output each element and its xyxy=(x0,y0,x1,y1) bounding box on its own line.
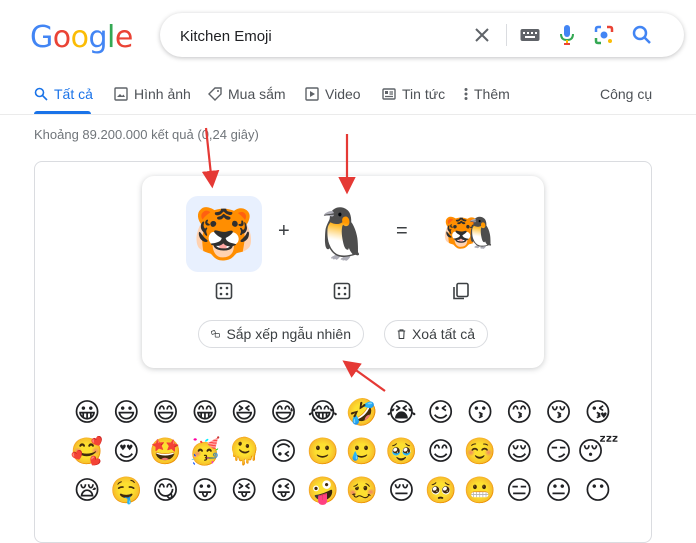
tab-news[interactable]: Tin tức xyxy=(382,84,445,104)
emoji-option[interactable]: 😅 xyxy=(266,394,302,430)
tab-images[interactable]: Hình ảnh xyxy=(114,84,191,104)
copy-icon[interactable] xyxy=(452,282,470,300)
search-tabs: Tất cả Hình ảnh Mua sắm Video Tin tức Th… xyxy=(0,76,696,115)
tab-label: Tất cả xyxy=(54,86,93,102)
emoji-option[interactable]: 🤪 xyxy=(305,472,341,508)
emoji-option[interactable]: 😙 xyxy=(501,394,537,430)
emoji-option[interactable]: 😚 xyxy=(541,394,577,430)
logo-letter: e xyxy=(114,19,133,55)
emoji-option[interactable]: 🤩 xyxy=(148,433,184,469)
keyboard-icon[interactable] xyxy=(518,23,542,47)
emoji-option[interactable]: 🥴 xyxy=(344,472,380,508)
tools-button[interactable]: Công cụ xyxy=(600,84,652,104)
logo-letter: o xyxy=(52,19,71,55)
tab-label: Mua sắm xyxy=(228,86,286,102)
emoji-option[interactable]: 😴 xyxy=(577,433,619,469)
emoji-option[interactable]: 😘 xyxy=(580,394,616,430)
tab-label: Thêm xyxy=(474,86,510,102)
search-input[interactable] xyxy=(178,13,462,59)
image-icon xyxy=(114,87,128,101)
emoji-option[interactable]: 😜 xyxy=(266,472,302,508)
emoji-option[interactable]: 🥺 xyxy=(423,472,459,508)
microphone-icon[interactable] xyxy=(555,23,579,47)
left-emoji-slot[interactable]: 🐯 xyxy=(186,196,262,272)
emoji-option[interactable]: 🤣 xyxy=(344,394,380,430)
emoji-option[interactable]: 😪 xyxy=(69,472,105,508)
play-icon xyxy=(305,87,319,101)
tab-label: Tin tức xyxy=(402,86,446,102)
search-icon xyxy=(34,87,48,101)
emoji-option[interactable]: 😛 xyxy=(187,472,223,508)
equals-sign: = xyxy=(396,220,408,242)
right-emoji-slot[interactable]: 🐧 xyxy=(304,196,380,272)
logo-letter: o xyxy=(70,19,89,55)
emoji-option[interactable]: 🫠 xyxy=(226,433,262,469)
emoji-option[interactable]: 😃 xyxy=(108,394,144,430)
emoji-option[interactable]: 😑 xyxy=(501,472,537,508)
emoji-option[interactable]: 😶 xyxy=(580,472,616,508)
google-logo[interactable]: Google xyxy=(30,19,133,55)
dice-icon[interactable] xyxy=(215,282,233,300)
search-divider xyxy=(506,24,507,46)
emoji-option[interactable]: 🙂 xyxy=(305,433,341,469)
randomize-label: Sắp xếp ngẫu nhiên xyxy=(226,326,351,342)
close-icon[interactable] xyxy=(470,23,494,47)
emoji-option[interactable]: 😀 xyxy=(69,394,105,430)
emoji-option[interactable]: 😐 xyxy=(541,472,577,508)
randomize-button[interactable]: Sắp xếp ngẫu nhiên xyxy=(198,320,364,348)
trash-icon xyxy=(397,329,406,339)
dice-icon[interactable] xyxy=(333,282,351,300)
emoji-option[interactable]: 😁 xyxy=(187,394,223,430)
plus-sign: + xyxy=(278,220,290,242)
tab-video[interactable]: Video xyxy=(305,84,361,104)
active-tab-indicator xyxy=(34,111,91,114)
clear-label: Xoá tất cả xyxy=(411,326,475,342)
shuffle-icon xyxy=(211,330,220,338)
emoji-option[interactable]: 🤤 xyxy=(108,472,144,508)
result-stats: Khoảng 89.200.000 kết quả (0,24 giây) xyxy=(34,127,259,142)
logo-letter: g xyxy=(88,19,108,55)
tab-all[interactable]: Tất cả xyxy=(34,84,93,104)
tab-shopping[interactable]: Mua sắm xyxy=(208,84,286,104)
tab-more[interactable]: Thêm xyxy=(464,84,510,104)
emoji-option[interactable]: 😊 xyxy=(423,433,459,469)
tab-label: Hình ảnh xyxy=(134,86,191,102)
emoji-option[interactable]: 😋 xyxy=(148,472,184,508)
emoji-kitchen-card: 🐯 + 🐧 = 🐯🐧 Sắp xếp ngẫu nhiên Xoá tất cả… xyxy=(34,161,652,543)
logo-letter: l xyxy=(107,19,115,55)
emoji-option[interactable]: 🥹 xyxy=(383,433,419,469)
emoji-option[interactable]: 😬 xyxy=(462,472,498,508)
emoji-option[interactable]: 😏 xyxy=(541,433,577,469)
emoji-option[interactable]: 😍 xyxy=(108,433,144,469)
emoji-option[interactable]: 😗 xyxy=(462,394,498,430)
search-box[interactable] xyxy=(160,13,684,59)
more-vert-icon xyxy=(464,88,468,100)
emoji-option[interactable]: 🥲 xyxy=(344,433,380,469)
emoji-mixer: 🐯 + 🐧 = 🐯🐧 Sắp xếp ngẫu nhiên Xoá tất cả xyxy=(142,176,544,368)
emoji-option[interactable]: 😆 xyxy=(226,394,262,430)
emoji-option[interactable]: 😭 xyxy=(383,394,419,430)
tag-icon xyxy=(208,87,222,101)
emoji-option[interactable]: 😉 xyxy=(423,394,459,430)
news-icon xyxy=(382,88,396,100)
search-icon[interactable] xyxy=(630,23,654,47)
emoji-option[interactable]: ☺️ xyxy=(462,433,498,469)
emoji-option[interactable]: 😝 xyxy=(226,472,262,508)
emoji-option[interactable]: 🥳 xyxy=(187,433,223,469)
emoji-option[interactable]: 😌 xyxy=(501,433,537,469)
result-emoji[interactable]: 🐯🐧 xyxy=(424,196,500,272)
logo-letter: G xyxy=(30,19,53,55)
clear-all-button[interactable]: Xoá tất cả xyxy=(384,320,488,348)
emoji-option[interactable]: 🥰 xyxy=(69,433,105,469)
emoji-option[interactable]: 🙃 xyxy=(266,433,302,469)
tab-label: Video xyxy=(325,86,361,102)
tools-label: Công cụ xyxy=(600,86,653,102)
google-lens-icon[interactable] xyxy=(592,23,616,47)
emoji-option[interactable]: 😂 xyxy=(305,394,341,430)
emoji-option[interactable]: 😔 xyxy=(383,472,419,508)
emoji-option[interactable]: 😄 xyxy=(148,394,184,430)
